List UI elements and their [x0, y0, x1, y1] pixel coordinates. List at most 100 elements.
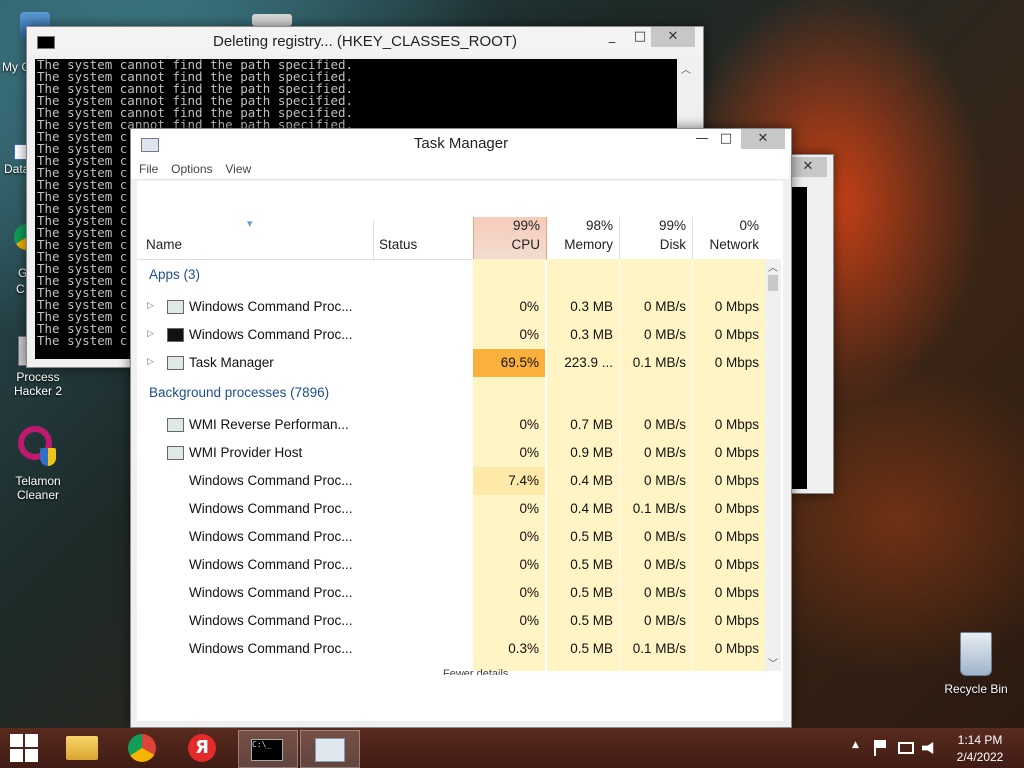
- table-row[interactable]: 0% 0.3 MB 0 MB/s 0 Mbps ▷ Windows Command Pro…: [137, 293, 765, 321]
- settings-icon[interactable]: [252, 14, 292, 26]
- memory-cell: 0.4 MB: [547, 495, 619, 523]
- column-cpu-header[interactable]: 99% CPU: [473, 217, 547, 259]
- process-name: WMI Reverse Performan...: [189, 417, 349, 432]
- process-name: Task Manager: [189, 355, 274, 370]
- table-row[interactable]: 0% 0.5 MB 0 MB/s 0 Mbps Windows Command Proc…: [137, 551, 765, 579]
- disk-cell: 0.1 MB/s: [620, 663, 692, 671]
- column-memory-header[interactable]: 98% Memory: [547, 217, 620, 259]
- disk-cell: 0 MB/s: [620, 293, 692, 321]
- table-row[interactable]: 0% 0.3 MB 0 MB/s 0 Mbps ▷ Windows Command Pro…: [137, 321, 765, 349]
- table-row[interactable]: 0% 0.5 MB 0 MB/s 0 Mbps Windows Command Proc…: [137, 607, 765, 635]
- taskbar-file-explorer[interactable]: [56, 730, 112, 766]
- taskbar-chrome[interactable]: [116, 730, 172, 766]
- menu-file[interactable]: File: [139, 162, 158, 176]
- table-row[interactable]: 7.4% 0.4 MB 0 MB/s 0 Mbps Windows Command Pr…: [137, 467, 765, 495]
- scroll-thumb[interactable]: [768, 275, 778, 291]
- table-row[interactable]: 0% 0.4 MB 0.1 MB/s 0 Mbps Windows Command Pr…: [137, 495, 765, 523]
- table-row[interactable]: 0% 0.5 MB 0 MB/s 0 Mbps Windows Command Proc…: [137, 523, 765, 551]
- disk-cell: 0 MB/s: [620, 439, 692, 467]
- cpu-cell: 0%: [473, 411, 545, 439]
- vertical-scrollbar[interactable]: ︿ ﹀: [765, 259, 781, 671]
- process-name: Windows Command Proc...: [189, 585, 353, 600]
- table-row[interactable]: 0.3% 0.5 MB 0.1 MB/s 0 Mbps Windows Command …: [137, 635, 765, 663]
- table-row[interactable]: 69.5% 223.9 ... 0.1 MB/s 0 Mbps ▷ Task Manage…: [137, 349, 765, 377]
- table-row[interactable]: 0% 0.9 MB 0 MB/s 0 Mbps WMI Provider Host: [137, 439, 765, 467]
- tray-overflow-button[interactable]: ▲: [852, 740, 859, 750]
- clock-time[interactable]: 1:14 PM: [950, 733, 1010, 747]
- disk-cell: 0 MB/s: [620, 607, 692, 635]
- minimize-button[interactable]: _: [597, 27, 627, 47]
- table-row[interactable]: 0% 0.7 MB 0 MB/s 0 Mbps WMI Reverse Performa…: [137, 411, 765, 439]
- group-apps[interactable]: Apps (3): [137, 259, 765, 293]
- window-icon: [167, 446, 184, 460]
- fewer-details-link[interactable]: Fewer details: [443, 667, 508, 675]
- taskbar-yandex[interactable]: Я: [176, 730, 232, 766]
- clock-date[interactable]: 2/4/2022: [950, 750, 1010, 764]
- network-cell: 0 Mbps: [693, 579, 765, 607]
- disk-cell: 0 MB/s: [620, 321, 692, 349]
- scroll-down-icon[interactable]: ﹀: [768, 655, 778, 670]
- group-background[interactable]: Background processes (7896): [137, 377, 765, 411]
- disk-label: Disk: [659, 237, 686, 252]
- cmd-scrollbar[interactable]: [809, 187, 825, 487]
- cpu-cell: 0%: [473, 523, 545, 551]
- network-cell: 0 Mbps: [693, 349, 765, 377]
- network-cell: 0 Mbps: [693, 635, 765, 663]
- cmd-titlebar[interactable]: Deleting registry... (HKEY_CLASSES_ROOT)…: [27, 27, 703, 55]
- maximize-button[interactable]: □: [711, 129, 741, 149]
- network-cell: 0 Mbps: [693, 523, 765, 551]
- scroll-up-icon[interactable]: ︿: [681, 61, 691, 76]
- cpu-label: CPU: [511, 237, 540, 252]
- network-icon[interactable]: [898, 742, 914, 754]
- memory-cell: 0.3 MB: [547, 321, 619, 349]
- action-center-flag-icon[interactable]: [874, 740, 890, 756]
- task-manager-window[interactable]: Task Manager — □ ✕ File Options View ▾ N…: [130, 128, 792, 728]
- network-cell: 0 Mbps: [693, 321, 765, 349]
- menu-options[interactable]: Options: [171, 162, 212, 176]
- memory-cell: 0.5 MB: [547, 663, 619, 671]
- disk-cell: 0 MB/s: [620, 411, 692, 439]
- cell-bg: [473, 377, 545, 411]
- network-cell: 0 Mbps: [693, 495, 765, 523]
- column-divider: [373, 221, 374, 259]
- start-button[interactable]: [0, 730, 48, 766]
- task-manager-titlebar[interactable]: Task Manager — □ ✕: [131, 129, 791, 157]
- cell-bg: [547, 259, 619, 293]
- column-disk-header[interactable]: 99% Disk: [620, 217, 693, 259]
- close-button[interactable]: ✕: [741, 129, 785, 149]
- network-label: Network: [709, 237, 759, 252]
- process-name: Windows Command Proc...: [189, 613, 353, 628]
- expand-arrow-icon[interactable]: ▷: [147, 301, 154, 311]
- network-cell: 0 Mbps: [693, 439, 765, 467]
- taskbar-cmd[interactable]: C:\_: [238, 730, 298, 768]
- cell-bg: [473, 259, 545, 293]
- memory-cell: 223.9 ...: [547, 349, 619, 377]
- column-status[interactable]: Status: [379, 237, 417, 252]
- memory-cell: 0.3 MB: [547, 293, 619, 321]
- recycle-bin-icon: [960, 632, 992, 676]
- column-name[interactable]: Name: [146, 237, 182, 252]
- table-row[interactable]: 0% 0.5 MB 0 MB/s 0 Mbps Windows Command Proc…: [137, 579, 765, 607]
- network-cell: 0 Mbps: [693, 467, 765, 495]
- close-button[interactable]: ✕: [789, 157, 827, 177]
- memory-label: Memory: [564, 237, 613, 252]
- process-list[interactable]: ▾ Name Status 99% CPU 98% Memory 99% Dis…: [137, 181, 783, 721]
- close-button[interactable]: ✕: [651, 27, 695, 47]
- cmd-icon: [167, 328, 184, 342]
- process-name: Windows Command Proc...: [189, 529, 353, 544]
- disk-cell: 0.1 MB/s: [620, 635, 692, 663]
- menu-view[interactable]: View: [225, 162, 251, 176]
- column-header-row: ▾ Name Status 99% CPU 98% Memory 99% Dis…: [137, 217, 765, 260]
- desktop-icon-label: Recycle Bin: [944, 682, 1008, 696]
- cmd-window-2[interactable]: ✕: [788, 154, 834, 494]
- expand-arrow-icon[interactable]: ▷: [147, 329, 154, 339]
- column-network-header[interactable]: 0% Network: [693, 217, 765, 259]
- process-name: WMI Provider Host: [189, 445, 303, 460]
- expand-arrow-icon[interactable]: ▷: [147, 357, 154, 367]
- window-icon: [167, 300, 184, 314]
- cell-bg: [620, 259, 692, 293]
- volume-muted-icon[interactable]: [922, 742, 934, 754]
- scroll-up-icon[interactable]: ︿: [768, 259, 778, 274]
- process-name: Windows Command Proc...: [189, 473, 353, 488]
- taskbar-task-manager[interactable]: [300, 730, 360, 768]
